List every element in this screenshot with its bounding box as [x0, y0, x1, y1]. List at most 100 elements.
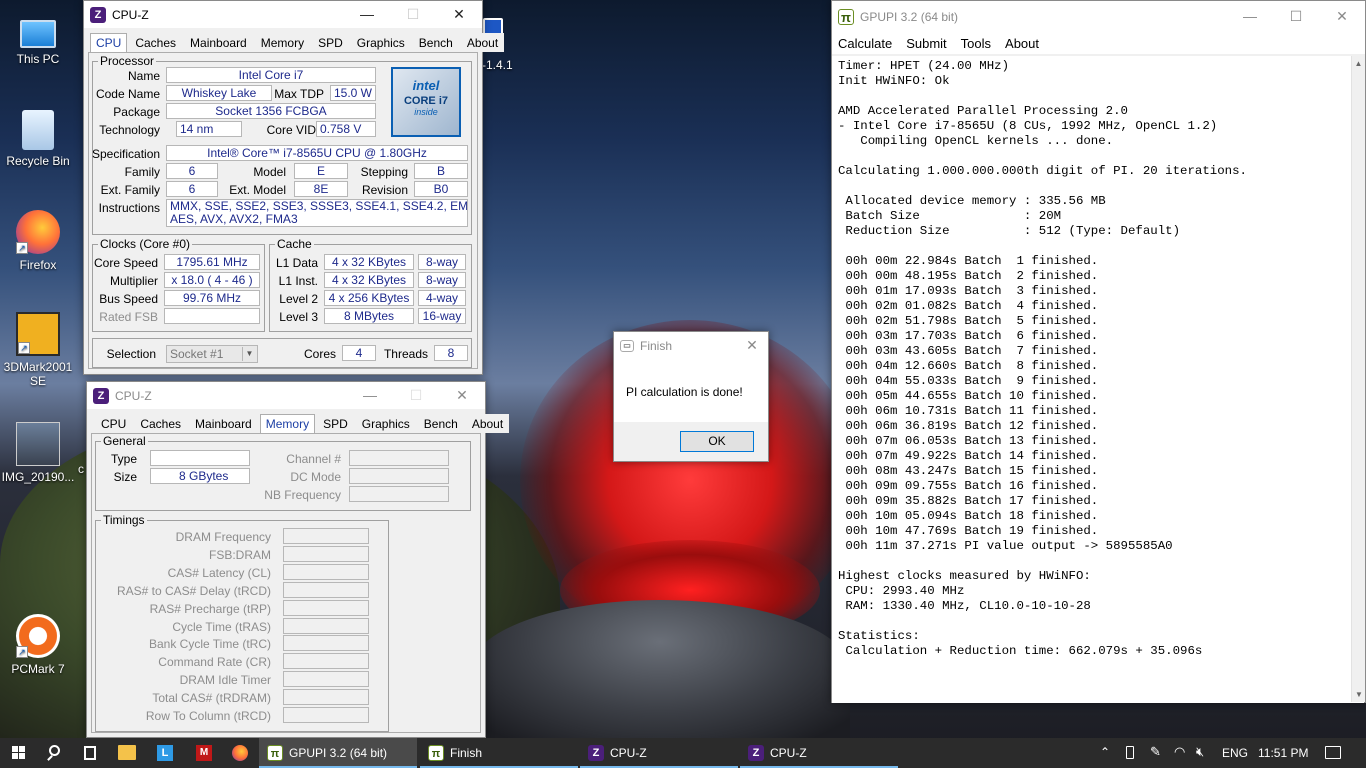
taskbar-app-label: CPU-Z — [770, 746, 807, 760]
code-name-label: Code Name — [95, 87, 160, 101]
file-explorer-icon[interactable] — [118, 745, 136, 760]
cpuz-titlebar[interactable]: Z CPU-Z — ☐ ✕ — [84, 1, 482, 28]
l-app-icon[interactable]: L — [157, 745, 173, 761]
desktop-partial-label: -1.4.1 — [482, 58, 513, 72]
tab-graphics[interactable]: Graphics — [355, 414, 416, 433]
tab-spd[interactable]: SPD — [317, 414, 354, 433]
close-icon[interactable]: ✕ — [439, 382, 485, 409]
tab-caches[interactable]: Caches — [129, 33, 183, 52]
timing-label: Command Rate (CR) — [158, 655, 271, 670]
cache-size-value: 4 x 32 KBytes — [324, 272, 414, 288]
language-indicator[interactable]: ENG — [1222, 746, 1248, 760]
menu-submit[interactable]: Submit — [906, 36, 946, 51]
taskbar-app-button[interactable]: Z CPU-Z — [580, 738, 738, 768]
tab-caches[interactable]: Caches — [134, 414, 188, 433]
cpuz-icon: Z — [90, 6, 106, 23]
desktop-icon[interactable]: This PC — [0, 12, 76, 66]
tab-bench[interactable]: Bench — [412, 33, 459, 52]
menu-about[interactable]: About — [1005, 36, 1039, 51]
minimize-icon[interactable]: — — [1227, 1, 1273, 32]
code-name-value: Whiskey Lake — [166, 85, 272, 101]
ext-family-value: 6 — [166, 181, 218, 197]
rated-fsb-label: Rated FSB — [99, 310, 158, 324]
scroll-up-icon[interactable]: ▲ — [1352, 59, 1365, 68]
minimize-icon[interactable]: — — [344, 1, 390, 28]
taskbar: L M π GPUPI 3.2 (64 bit) π Finish Z CPU-Z Z CPU… — [0, 738, 1366, 768]
wallpaper-stones — [470, 600, 850, 740]
task-view-icon[interactable] — [74, 738, 106, 768]
3dmark-icon: ↗ — [16, 312, 60, 356]
tab-bench[interactable]: Bench — [417, 414, 464, 433]
shortcut-arrow-icon: ↗ — [16, 242, 28, 254]
max-tdp-label: Max TDP — [274, 87, 324, 101]
size-value: 8 GBytes — [150, 468, 250, 484]
gpupi-titlebar[interactable]: π GPUPI 3.2 (64 bit) — ☐ ✕ — [832, 1, 1365, 32]
mcafee-icon[interactable]: M — [196, 745, 212, 761]
maximize-icon[interactable]: ☐ — [390, 1, 436, 28]
volume-muted-icon[interactable]: 🔇︎ — [1196, 744, 1204, 760]
minimize-icon[interactable]: — — [347, 382, 393, 409]
recycle-bin-icon — [22, 110, 54, 150]
tab-mainboard[interactable]: Mainboard — [189, 414, 258, 433]
desktop-icon[interactable]: Recycle Bin — [0, 110, 76, 168]
start-windows-icon[interactable] — [0, 738, 38, 768]
tab-about[interactable]: About — [460, 33, 505, 52]
dialog-titlebar[interactable]: ▭ Finish ✕ — [614, 332, 768, 360]
tab-about[interactable]: About — [465, 414, 510, 433]
clock[interactable]: 11:51 PM — [1258, 746, 1308, 760]
taskbar-app-label: GPUPI 3.2 (64 bit) — [289, 746, 388, 760]
cpuz-titlebar[interactable]: Z CPU-Z — ☐ ✕ — [87, 382, 485, 409]
desktop-icon[interactable]: ↗ PCMark 7 — [0, 614, 76, 676]
vertical-scrollbar[interactable]: ▲ ▼ — [1351, 56, 1365, 702]
desktop-icon[interactable]: ↗ Firefox — [0, 210, 76, 272]
maximize-icon[interactable]: ☐ — [393, 382, 439, 409]
threads-label: Threads — [383, 347, 428, 361]
finish-icon: π — [428, 745, 444, 761]
bus-speed-label: Bus Speed — [99, 292, 158, 306]
tab-spd[interactable]: SPD — [312, 33, 349, 52]
network-wifi-icon[interactable]: ◠ — [1174, 744, 1185, 760]
gpupi-window: π GPUPI 3.2 (64 bit) — ☐ ✕ Calculate Subm… — [831, 0, 1366, 703]
max-tdp-value: 15.0 W — [330, 85, 376, 101]
specification-label: Specification — [92, 147, 161, 161]
action-center-icon[interactable] — [1325, 746, 1341, 759]
ok-button[interactable]: OK — [680, 431, 754, 452]
search-icon[interactable] — [38, 738, 72, 768]
taskbar-app-button[interactable]: Z CPU-Z — [740, 738, 898, 768]
technology-value: 14 nm — [176, 121, 242, 137]
close-icon[interactable]: ✕ — [736, 332, 768, 359]
tab-mainboard[interactable]: Mainboard — [184, 33, 253, 52]
technology-label: Technology — [99, 123, 160, 137]
taskbar-app-button[interactable]: π Finish — [420, 738, 578, 768]
core-vid-label: Core VID — [266, 123, 316, 137]
finish-dialog: ▭ Finish ✕ PI calculation is done! OK — [613, 331, 769, 462]
taskbar-app-button[interactable]: π GPUPI 3.2 (64 bit) — [259, 738, 417, 768]
size-label: Size — [113, 470, 137, 484]
tab-memory[interactable]: Memory — [259, 414, 316, 433]
tab-cpu[interactable]: CPU — [95, 414, 133, 433]
pen-workspace-icon[interactable]: ✎ — [1150, 744, 1161, 760]
socket-select[interactable]: Socket #1 ▼ — [166, 345, 258, 363]
multiplier-label: Multiplier — [109, 274, 158, 288]
close-icon[interactable]: ✕ — [436, 1, 482, 28]
timing-label: FSB:DRAM — [208, 547, 271, 562]
timing-value — [283, 563, 369, 580]
firefox-icon[interactable] — [232, 745, 248, 761]
tab-cpu[interactable]: CPU — [90, 33, 128, 52]
intel-core-i7-logo: intel CORE i7 inside — [391, 67, 461, 137]
desktop-icon[interactable]: ↗ 3DMark2001 SE — [0, 312, 76, 388]
scroll-down-icon[interactable]: ▼ — [1355, 690, 1363, 699]
channel-value — [349, 450, 449, 466]
battery-icon[interactable] — [1126, 746, 1134, 759]
close-icon[interactable]: ✕ — [1319, 1, 1365, 32]
tab-graphics[interactable]: Graphics — [350, 33, 411, 52]
show-hidden-icons[interactable]: ⌃ — [1100, 745, 1110, 759]
shortcut-arrow-icon: ↗ — [16, 646, 28, 658]
maximize-icon[interactable]: ☐ — [1273, 1, 1319, 32]
menu-tools[interactable]: Tools — [961, 36, 991, 51]
menu-calculate[interactable]: Calculate — [838, 36, 892, 51]
timing-value — [283, 617, 369, 634]
desktop-icon[interactable]: IMG_20190... — [0, 422, 76, 484]
tab-memory[interactable]: Memory — [254, 33, 311, 52]
menu-bar: Calculate Submit Tools About — [832, 32, 1365, 54]
